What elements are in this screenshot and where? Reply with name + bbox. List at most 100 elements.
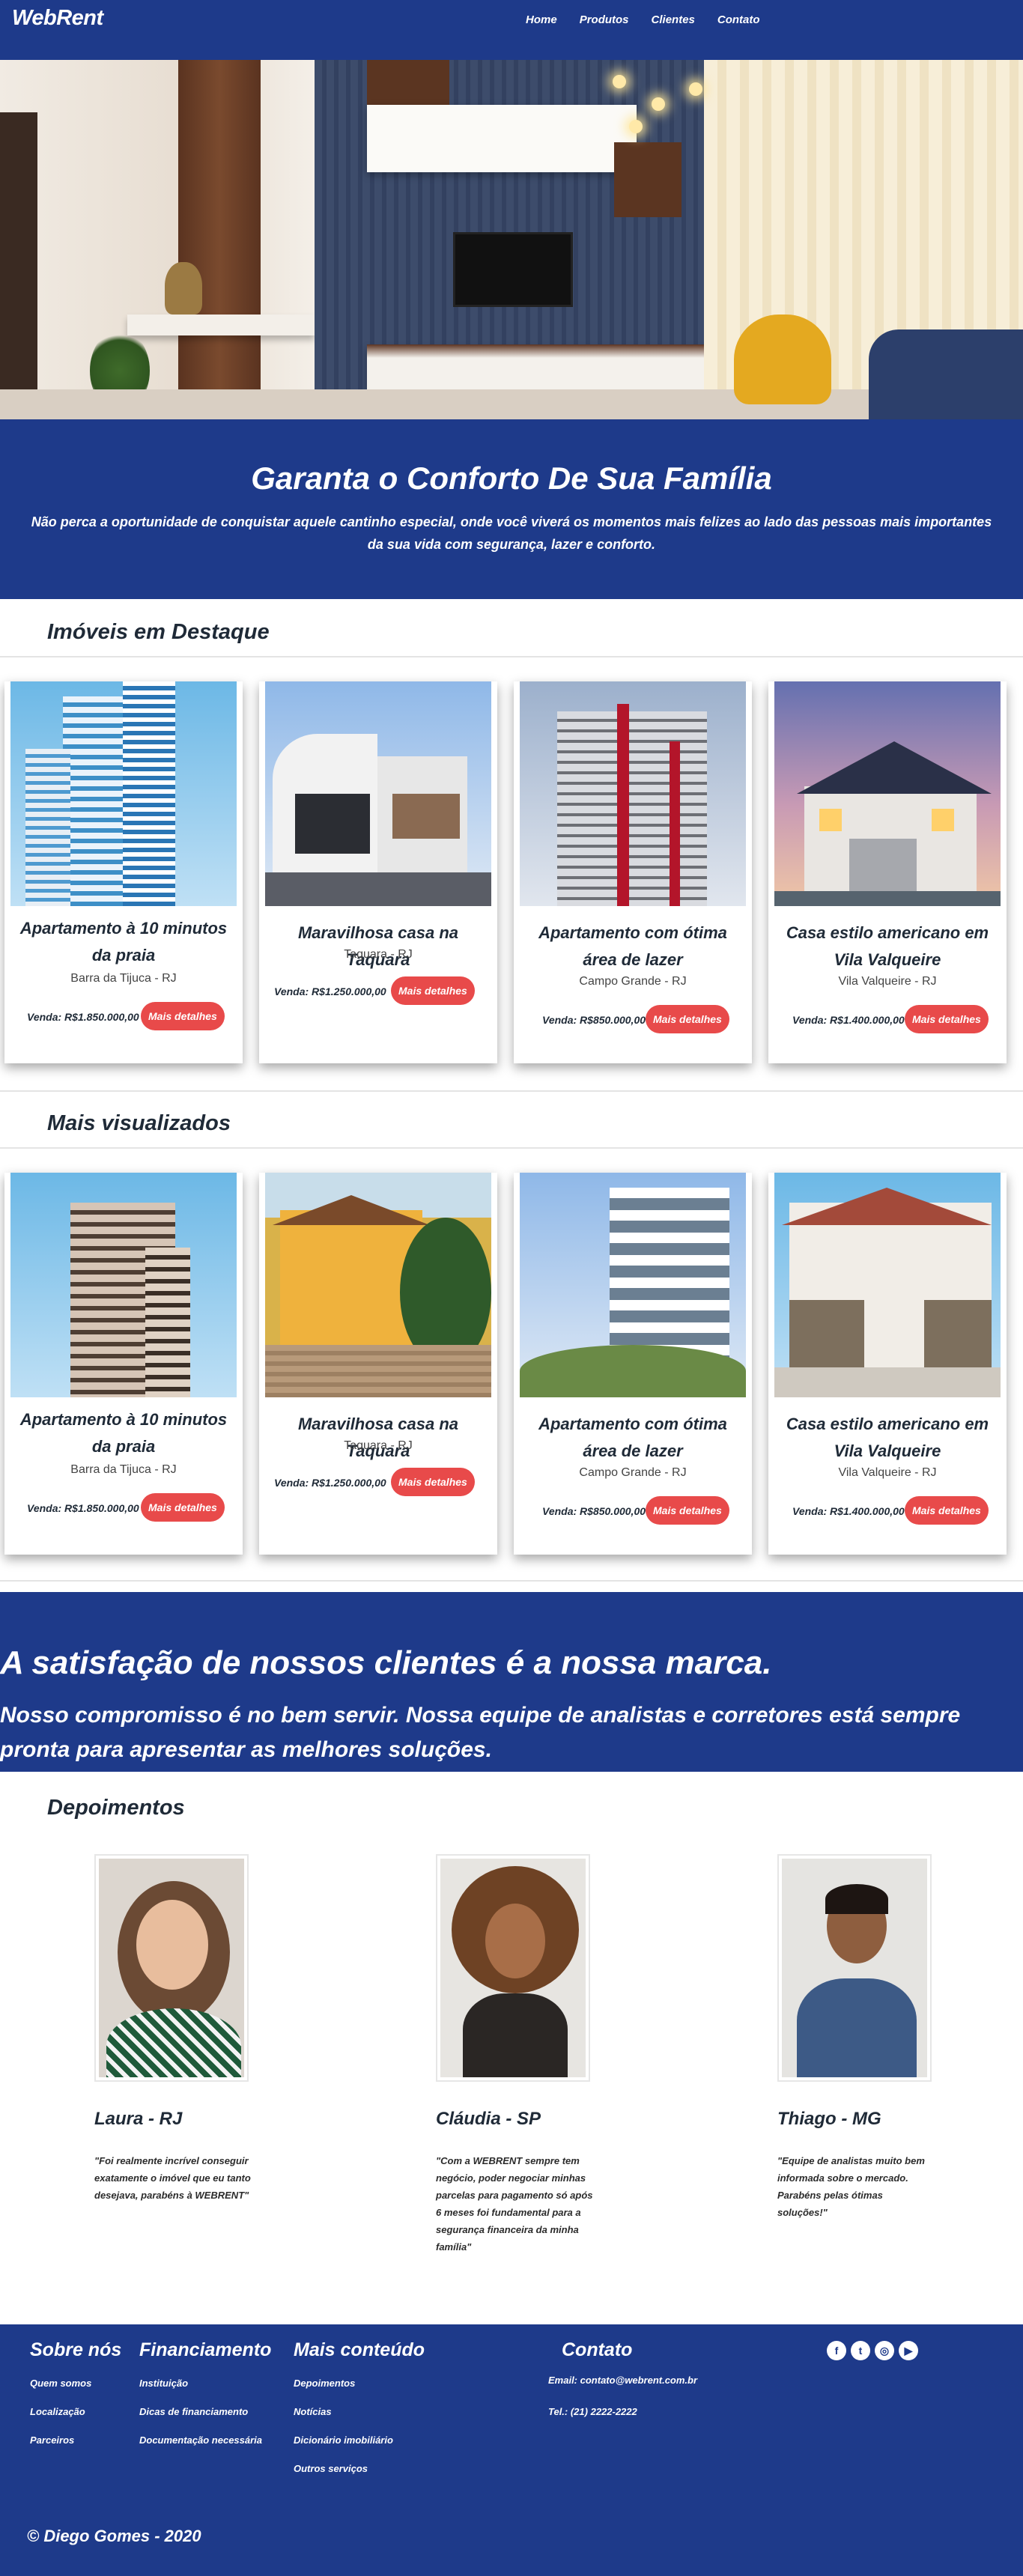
contact-email[interactable]: Email: contato@webrent.com.br [548,2375,697,2386]
divider [0,1147,1023,1149]
testimonials-section-title: Depoimentos [47,1796,185,1820]
property-card[interactable]: Apartamento à 10 minutos da praia Barra … [4,681,243,1063]
property-location: Barra da Tijuca - RJ [70,972,177,985]
footer-financing: Financiamento Instituição Dicas de finan… [139,2339,271,2463]
property-title: Maravilhosa casa na Taquara [297,923,458,969]
instagram-icon[interactable]: ◎ [875,2341,894,2360]
property-card[interactable]: Apartamento com ótima área de lazer Camp… [514,681,752,1063]
divider [0,1580,1023,1582]
property-price: Venda: R$850.000,00 [542,1014,646,1026]
footer-link[interactable]: Dicionário imobiliário [294,2434,425,2446]
featured-section-title: Imóveis em Destaque [47,620,270,644]
property-image [265,681,491,906]
divider [0,1090,1023,1092]
footer-link[interactable]: Outros serviços [294,2463,425,2474]
satisfaction-text: Nosso compromisso é no bem servir. Nossa… [0,1703,961,1762]
tv-image [453,232,573,307]
property-price: Venda: R$1.850.000,00 [27,1011,139,1023]
facebook-icon[interactable]: f [827,2341,846,2360]
avatar [777,1854,932,2082]
testimonial-name: Thiago - MG [777,2109,881,2129]
footer-link[interactable]: Parceiros [30,2434,121,2446]
property-price: Venda: R$1.400.000,00 [792,1014,905,1026]
property-image [774,681,1001,906]
top-navbar: WebRent Home Produtos Clientes Contato [0,0,1023,60]
details-button[interactable]: Mais detalhes [646,1005,729,1033]
nav-link-contato[interactable]: Contato [717,13,760,26]
yellow-chair-image [734,315,831,404]
property-title: Apartamento com ótima área de lazer [538,1415,727,1460]
twitter-icon[interactable]: t [851,2341,870,2360]
property-location: Vila Valqueire - RJ [838,1466,937,1479]
satisfaction-banner: A satisfação de nossos clientes é a noss… [0,1592,1023,1772]
nav-menu: Home Produtos Clientes Contato [526,13,760,26]
footer-about-title: Sobre nós [30,2339,122,2360]
divider [0,656,1023,657]
property-card[interactable]: Casa estilo americano em Vila Valqueire … [768,681,1007,1063]
property-location: Barra da Tijuca - RJ [70,1463,177,1476]
footer-link[interactable]: Depoimentos [294,2378,425,2389]
contact-phone[interactable]: Tel.: (21) 2222-2222 [548,2406,697,2417]
property-card[interactable]: Casa estilo americano em Vila Valqueire … [768,1173,1007,1555]
footer-link[interactable]: Dicas de financiamento [139,2406,271,2417]
footer-link[interactable]: Localização [30,2406,121,2417]
property-price: Venda: R$1.250.000,00 [274,1477,386,1489]
property-card[interactable]: Apartamento à 10 minutos da praia Barra … [4,1173,243,1555]
property-title: Apartamento com ótima área de lazer [538,923,727,969]
details-button[interactable]: Mais detalhes [905,1496,989,1525]
property-image [774,1173,1001,1397]
avatar [436,1854,590,2082]
property-card[interactable]: Maravilhosa casa na Taquara Taquara - RJ… [259,681,497,1063]
footer-link[interactable]: Instituição [139,2378,271,2389]
testimonial-quote: "Foi realmente incrível conseguir exatam… [94,2155,251,2201]
nav-link-home[interactable]: Home [526,13,557,26]
property-location: Campo Grande - RJ [579,1466,687,1479]
property-card[interactable]: Apartamento com ótima área de lazer Camp… [514,1173,752,1555]
property-title: Maravilhosa casa na Taquara [297,1415,458,1460]
property-price: Venda: R$1.850.000,00 [27,1502,139,1514]
nav-link-produtos[interactable]: Produtos [580,13,629,26]
youtube-icon[interactable]: ▶ [899,2341,918,2360]
testimonial-quote: "Com a WEBRENT sempre tem negócio, poder… [436,2155,593,2253]
social-icons: f t ◎ ▶ [827,2341,918,2360]
hero-title: Garanta o Conforto De Sua Família [251,461,772,496]
property-title: Apartamento à 10 minutos da praia [19,919,228,965]
property-title: Casa estilo americano em Vila Valqueire [786,923,989,969]
property-image [265,1173,491,1397]
details-button[interactable]: Mais detalhes [905,1005,989,1033]
property-location: Vila Valqueire - RJ [838,975,937,988]
sofa-image [869,329,1023,419]
testimonial-name: Cláudia - SP [436,2109,541,2129]
property-price: Venda: R$850.000,00 [542,1505,646,1517]
property-image [520,681,746,906]
property-card[interactable]: Maravilhosa casa na Taquara Taquara - RJ… [259,1173,497,1555]
details-button[interactable]: Mais detalhes [141,1002,225,1030]
hero-text: Não perca a oportunidade de conquistar a… [31,514,992,552]
footer: Sobre nós Quem somos Localização Parceir… [0,2324,1023,2576]
property-image [10,681,237,906]
details-button[interactable]: Mais detalhes [391,976,475,1005]
details-button[interactable]: Mais detalhes [391,1468,475,1496]
footer-link[interactable]: Quem somos [30,2378,121,2389]
property-price: Venda: R$1.400.000,00 [792,1505,905,1517]
footer-more: Mais conteúdo Depoimentos Notícias Dicio… [294,2339,425,2491]
most-viewed-section-title: Mais visualizados [47,1111,231,1135]
copyright: © Diego Gomes - 2020 [27,2527,201,2545]
property-price: Venda: R$1.250.000,00 [274,985,386,997]
footer-contact-title: Contato [562,2339,633,2360]
property-image [520,1173,746,1397]
footer-contact: Contato Email: contato@webrent.com.br Te… [548,2339,697,2437]
nav-link-clientes[interactable]: Clientes [652,13,695,26]
brand-logo[interactable]: WebRent [12,6,103,31]
property-title: Casa estilo americano em Vila Valqueire [786,1415,989,1460]
details-button[interactable]: Mais detalhes [141,1493,225,1522]
property-location: Taquara - RJ [344,1439,413,1452]
details-button[interactable]: Mais detalhes [646,1496,729,1525]
property-image [10,1173,237,1397]
property-title: Apartamento à 10 minutos da praia [19,1410,228,1456]
footer-link[interactable]: Notícias [294,2406,425,2417]
footer-financing-title: Financiamento [139,2339,272,2360]
avatar [94,1854,249,2082]
footer-link[interactable]: Documentação necessária [139,2434,271,2446]
testimonial-quote: "Equipe de analistas muito bem informada… [777,2155,925,2218]
